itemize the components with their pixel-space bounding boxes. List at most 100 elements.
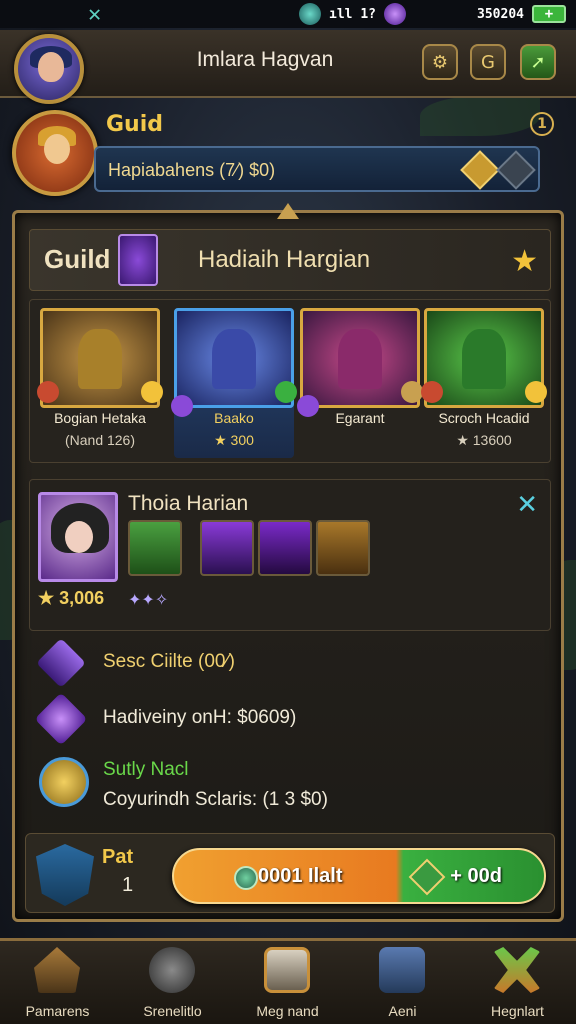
list-item-text: Sesc Ciilte (00⁄) — [103, 651, 235, 672]
locked-badge-icon — [496, 150, 536, 190]
action-bar: Pat 1 0001 Ilalt + 00d — [25, 833, 555, 913]
hero-figure — [78, 329, 122, 389]
reward-item-scroll[interactable] — [316, 520, 370, 576]
share-button[interactable]: ➚ — [520, 44, 556, 80]
reward-item-crystal[interactable] — [200, 520, 254, 576]
close-icon[interactable]: ✕ — [88, 2, 101, 27]
coin-medal-icon — [39, 757, 89, 807]
header: Imlara Hagvan ⚙ G ➚ — [0, 30, 576, 104]
settings-button[interactable]: ⚙ — [422, 44, 458, 80]
gem-purple-icon — [384, 3, 406, 25]
action-count: 1 — [122, 874, 134, 896]
nav-label: Srenelitlo — [143, 1003, 202, 1019]
reward-item-blade[interactable] — [258, 520, 312, 576]
header-title: Imlara Hagvan — [196, 48, 334, 71]
element-icon — [37, 381, 59, 403]
hero-sub: ★ 300 — [214, 432, 254, 448]
nav-item-guild[interactable]: Meg nand — [230, 941, 345, 1024]
hero-row: Bogian Hetaka (Nand 126) Baako ★ 300 Ega… — [29, 299, 551, 463]
crossed-swords-icon — [494, 947, 540, 993]
g-icon: G — [481, 51, 495, 73]
section-header: Guild Hadiaih Hargian ★ — [29, 229, 551, 291]
featured-hero-portrait[interactable] — [38, 492, 118, 582]
orb-icon — [34, 692, 88, 746]
panel-ornament — [277, 203, 299, 219]
portrait-face — [65, 521, 93, 553]
star-rank-icon — [401, 381, 423, 403]
hero-figure — [462, 329, 506, 389]
section-subtitle: Hadiaih Hargian — [198, 246, 371, 273]
add-currency-button[interactable]: + — [532, 5, 566, 23]
star-rank-icon — [525, 381, 547, 403]
hero-name: Bogian Hetaka — [54, 410, 146, 426]
hero-figure — [338, 329, 382, 389]
guild-bar-text: Hapiabahens (7⁄) $0) — [108, 160, 276, 180]
nav-label: Hegnlart — [491, 1003, 544, 1019]
hero-art — [297, 308, 423, 417]
help-button[interactable]: G — [470, 44, 506, 80]
hero-card[interactable]: Egarant — [297, 308, 423, 458]
star-badge-icon — [460, 150, 500, 190]
shield-icon — [36, 844, 94, 906]
star-gem-icon — [408, 858, 446, 896]
hero-card[interactable]: Scroch Hcadid ★ 13600 — [421, 308, 547, 458]
info-button[interactable]: 1 — [530, 112, 554, 136]
nav-item-battle[interactable]: Hegnlart — [460, 941, 575, 1024]
hero-sub: ★ 13600 — [456, 432, 512, 448]
signal-text: ıll 1? — [329, 6, 376, 22]
player-avatar[interactable] — [14, 34, 84, 104]
hero-sub: (Nand 126) — [64, 432, 136, 448]
nav-label: Aeni — [388, 1003, 417, 1019]
hero-art — [421, 308, 547, 408]
gem-row: ✦✦✧ — [128, 590, 169, 609]
list-item[interactable]: Hadiveiny onH: $0609) — [34, 692, 547, 746]
hero-card[interactable]: Bogian Hetaka (Nand 126) — [37, 308, 163, 458]
hero-name: Scroch Hcadid — [438, 410, 530, 426]
bottom-nav: Pamarens Srenelitlo Meg nand Aeni Hegnla… — [0, 938, 576, 1024]
guild-label: Guid — [106, 112, 164, 137]
featured-score: ★ 3,006 — [38, 588, 105, 608]
gem-teal-icon — [299, 3, 322, 25]
purple-gem-icon — [36, 638, 86, 688]
guild-emblem[interactable] — [12, 110, 98, 196]
guild-progress-bar[interactable]: Hapiabahens (7⁄) $0) — [94, 146, 540, 192]
list-item[interactable]: Sutly Nacl Coyurindh Sclaris: (1 3 $0) — [37, 745, 547, 825]
action-label: Pat — [102, 846, 134, 868]
list-item-title: Sutly Nacl — [103, 759, 189, 780]
nav-item-reel[interactable]: Srenelitlo — [115, 941, 230, 1024]
status-bar: ✕ ıll 1? 3502‍04 + — [0, 0, 576, 28]
element-icon — [421, 381, 443, 403]
nav-item-shop[interactable]: Aeni — [345, 941, 460, 1024]
film-reel-icon — [149, 947, 195, 993]
coin-icon — [234, 866, 258, 890]
list-item[interactable]: Sesc Ciilte (00⁄) — [36, 637, 547, 689]
hero-card[interactable]: Baako ★ 300 — [171, 308, 297, 458]
guild-crest-icon — [118, 234, 158, 286]
currency-text: 3502‍04 — [477, 6, 524, 22]
main-panel: Guild Hadiaih Hargian ★ Bogian Hetaka (N… — [12, 203, 564, 922]
hero-art — [37, 308, 163, 408]
guild-banner: Guid 1 Hapiabahens (7⁄) $0) — [12, 108, 564, 200]
avatar-face — [38, 52, 64, 82]
featured-title: Thoia Harian — [128, 492, 249, 515]
building-icon — [379, 947, 425, 993]
gear-icon: ⚙ — [431, 51, 449, 73]
claim-button-right-text: + 00d — [450, 865, 502, 887]
featured-reward-box: Thoia Harian ✕ ★ 3,006 ✦✦✧ — [29, 479, 551, 631]
emblem-face — [44, 134, 70, 164]
section-title: Guild — [44, 244, 111, 274]
hero-name: Baako — [214, 410, 254, 426]
nav-label: Pamarens — [25, 1003, 90, 1019]
close-icon[interactable]: ✕ — [516, 490, 538, 520]
star-rank-icon — [141, 381, 163, 403]
nav-item-home[interactable]: Pamarens — [0, 941, 115, 1024]
list-item-text: Hadiveiny onH: $0609) — [103, 707, 297, 728]
star-icon[interactable]: ★ — [511, 244, 538, 279]
star-rank-icon — [275, 381, 297, 403]
home-icon — [34, 947, 80, 993]
claim-button-left-text: 0001 Ilalt — [258, 865, 343, 887]
hero-figure — [212, 329, 256, 389]
claim-button[interactable]: 0001 Ilalt + 00d — [172, 848, 546, 904]
reward-item-chest[interactable] — [128, 520, 182, 576]
list-item-subtitle: Coyurindh Sclaris: (1 3 $0) — [103, 789, 328, 810]
